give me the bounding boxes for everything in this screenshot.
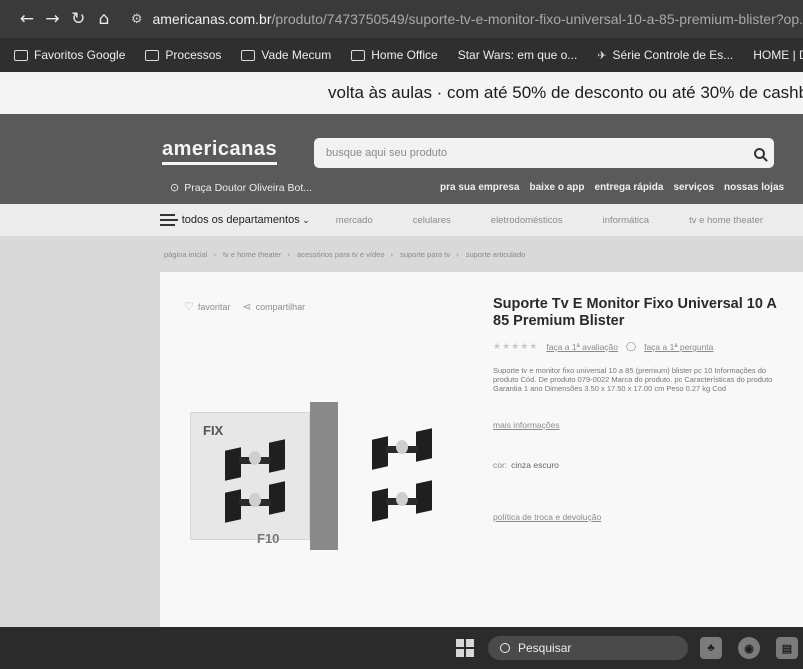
breadcrumb-item[interactable]: tv e home theater — [223, 250, 281, 259]
link-pra-sua-empresa[interactable]: pra sua empresa — [440, 182, 520, 193]
bracket-image — [225, 481, 285, 523]
bookmark-label: Favoritos Google — [34, 48, 126, 62]
breadcrumb: página inicial › tv e home theater › acess… — [164, 250, 526, 259]
promo-banner[interactable]: volta às aulas · com até 50% de desconto… — [0, 72, 803, 114]
product-info: Suporte Tv E Monitor Fixo Universal 10 A… — [493, 296, 793, 522]
color-label: cor: — [493, 460, 508, 470]
menu-icon[interactable] — [160, 214, 178, 226]
package-code: F10 — [257, 531, 280, 546]
taskbar-search[interactable]: Pesquisar — [488, 636, 688, 660]
taskbar-app-icon[interactable]: ♣ — [700, 637, 722, 659]
share-button[interactable]: ⋖ compartilhar — [242, 300, 305, 313]
rating-stars-icon: ★★★★★ — [493, 342, 539, 352]
browser-address-bar: ← → ↻ ⌂ ⚙ americanas.com.br /produto/747… — [0, 0, 803, 38]
rating-row: ★★★★★ faça a 1ª avaliação ◯ faça a 1ª pe… — [493, 342, 793, 352]
link-baixe-o-app[interactable]: baixe o app — [530, 182, 585, 193]
product-description: Suporte tv e monitor fixo universal 10 a… — [493, 366, 773, 393]
category-tv-home-theater[interactable]: tv e home theater — [689, 215, 763, 226]
url-host: americanas.com.br — [152, 11, 272, 27]
reload-icon[interactable]: ↻ — [65, 9, 91, 29]
bookmark-favoritos-google[interactable]: Favoritos Google — [14, 48, 125, 62]
package-brand: FIX — [203, 423, 224, 438]
search-bar — [314, 138, 774, 168]
share-icon: ⋖ — [242, 300, 252, 313]
link-servicos[interactable]: serviços — [673, 182, 714, 193]
location-label: Praça Doutor Oliveira Bot... — [184, 181, 313, 194]
bookmark-label: Série Controle de Es... — [612, 48, 734, 62]
favorite-button[interactable]: ♡ favoritar — [184, 300, 230, 313]
link-nossas-lojas[interactable]: nossas lojas — [724, 182, 784, 193]
folder-icon — [241, 49, 256, 61]
windows-start-icon[interactable] — [456, 639, 474, 657]
breadcrumb-item[interactable]: acessórios para tv e vídeo — [297, 250, 385, 259]
category-mercado[interactable]: mercado — [336, 215, 373, 226]
forward-arrow-icon[interactable]: → — [40, 9, 66, 29]
file-explorer-icon[interactable]: ▤ — [776, 637, 798, 659]
color-value: cinza escuro — [511, 460, 559, 470]
bookmark-processos[interactable]: Processos — [145, 48, 221, 62]
bookmark-star-wars[interactable]: Star Wars: em que o... — [458, 48, 578, 62]
more-info-link[interactable]: mais informações — [493, 420, 793, 430]
site-logo[interactable]: americanas — [162, 138, 278, 165]
return-policy-link[interactable]: política de troca e devolução — [493, 512, 793, 522]
bookmark-label: Star Wars: em que o... — [457, 48, 578, 62]
package-side-strip — [310, 402, 338, 550]
taskbar-search-label: Pesquisar — [518, 641, 572, 655]
bookmark-site-icon: ✈ — [597, 48, 607, 62]
bracket-image — [225, 439, 285, 481]
all-departments-dropdown[interactable]: todos os departamentos — [182, 214, 310, 226]
home-icon[interactable]: ⌂ — [91, 9, 117, 29]
bracket-image — [372, 428, 432, 470]
site-header: americanas ⊙ Praça Doutor Oliveira Bot..… — [0, 114, 803, 204]
favorite-label: favoritar — [197, 301, 231, 312]
search-input[interactable] — [326, 147, 744, 159]
category-eletrodomesticos[interactable]: eletrodomésticos — [491, 215, 563, 226]
promo-text: volta às aulas · com até 50% de desconto… — [328, 83, 803, 102]
department-nav: todos os departamentos mercado celulares… — [0, 204, 803, 236]
category-celulares[interactable]: celulares — [413, 215, 451, 226]
chrome-icon[interactable]: ◉ — [738, 637, 760, 659]
url-path: /produto/7473750549/suporte-tv-e-monitor… — [271, 11, 803, 27]
question-icon: ◯ — [626, 342, 637, 352]
category-informatica[interactable]: informática — [603, 215, 649, 226]
heart-icon: ♡ — [184, 300, 194, 313]
bookmark-label: Processos — [165, 48, 222, 62]
product-package: FIX F10 — [190, 412, 310, 546]
bookmarks-bar: Favoritos Google Processos Vade Mecum Ho… — [0, 38, 803, 72]
site-settings-icon[interactable]: ⚙ — [131, 12, 143, 27]
bookmark-serie-controle[interactable]: ✈ Série Controle de Es... — [597, 48, 733, 62]
bookmark-label: HOME | D — [753, 48, 803, 62]
link-entrega-rapida[interactable]: entrega rápida — [595, 182, 664, 193]
back-arrow-icon[interactable]: ← — [14, 9, 40, 29]
folder-icon — [145, 49, 160, 61]
bookmark-home-office[interactable]: Home Office — [351, 48, 438, 62]
search-icon — [753, 147, 765, 159]
search-button[interactable] — [744, 138, 774, 168]
location-pin-icon: ⊙ — [170, 181, 180, 194]
product-image[interactable]: FIX F10 — [190, 402, 480, 552]
header-links: pra sua empresa baixe o app entrega rápi… — [440, 182, 784, 193]
share-label: compartilhar — [255, 301, 306, 312]
bookmark-home[interactable]: HOME | D — [753, 48, 803, 62]
breadcrumb-item[interactable]: suporte articulado — [466, 250, 526, 259]
url-field[interactable]: ⚙ americanas.com.br /produto/7473750549/… — [131, 11, 803, 27]
folder-icon — [14, 49, 28, 61]
bookmark-label: Vade Mecum — [261, 48, 332, 62]
location-selector[interactable]: ⊙ Praça Doutor Oliveira Bot... — [170, 181, 312, 194]
review-link[interactable]: faça a 1ª avaliação — [546, 342, 618, 352]
question-link[interactable]: faça a 1ª pergunta — [644, 342, 713, 352]
breadcrumb-item[interactable]: página inicial — [164, 250, 207, 259]
product-title: Suporte Tv E Monitor Fixo Universal 10 A… — [493, 296, 777, 329]
bracket-image — [372, 480, 432, 522]
product-actions: ♡ favoritar ⋖ compartilhar — [184, 300, 305, 313]
bookmark-label: Home Office — [371, 48, 438, 62]
folder-icon — [351, 49, 366, 61]
taskbar: Pesquisar ♣ ◉ ▤ — [0, 627, 803, 669]
search-icon — [500, 643, 510, 653]
breadcrumb-item[interactable]: suporte para tv — [400, 250, 450, 259]
product-card: ♡ favoritar ⋖ compartilhar FIX F10 Supor… — [160, 272, 803, 627]
color-selector[interactable]: cor: cinza escuro — [493, 460, 793, 470]
bookmark-vade-mecum[interactable]: Vade Mecum — [241, 48, 331, 62]
